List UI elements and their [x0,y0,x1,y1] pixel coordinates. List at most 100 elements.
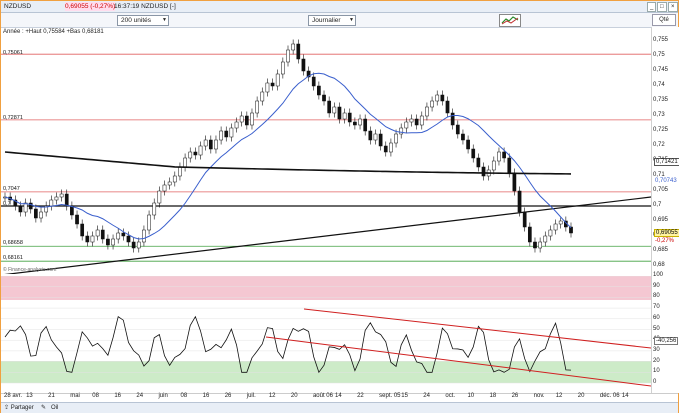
indicator-tick-label: 60 [653,314,660,321]
candle-body [85,235,90,243]
x-axis-tick-label: 08 [180,393,188,399]
indicator-tick-label: 100 [653,272,664,278]
x-axis-tick-label: oct. [445,393,456,399]
candle-body [265,82,270,93]
title-bar: NZDUSD 0,69055 (-0,27%) 16:37:19 NZDUSD … [1,1,678,13]
y-axis-tick-label: 0,68 [653,262,665,268]
y-axis-tick-label: 0,75 [653,52,665,58]
units-select[interactable]: 200 unités ▼ [117,15,169,26]
candle-body [342,112,347,120]
share-button[interactable]: ⇪ Partager [4,404,34,412]
level-label: 0,68658 [3,240,23,246]
candle-body [142,229,146,243]
candle-body [198,145,203,156]
candle-body [553,223,558,231]
candle-body [399,127,404,135]
toolbar-hint: Oil [51,405,59,411]
candle-body [208,139,213,150]
candle-body [203,139,208,147]
candle-body [311,76,316,87]
candle-body [136,241,141,249]
y-axis-tick-label: 0,725 [653,127,669,133]
x-axis-tick-label: 24 [136,393,144,399]
y-axis-tick-label: 0,73 [653,112,665,118]
indicator-chart[interactable] [1,276,651,393]
x-axis-tick-label: 16 [114,393,122,399]
candle-body [23,202,28,213]
candle-body [425,106,429,117]
candle-body [116,232,121,240]
x-axis-tick-label: 24 [423,393,430,399]
oversold-zone [1,361,651,383]
candle-body [455,124,460,135]
instrument-label: NZDUSD [4,3,32,10]
close-button[interactable]: × [668,2,678,12]
x-axis-tick-label: juil. [246,393,256,399]
candle-body [18,205,23,213]
chart-toolbar: 200 unités ▼ Journalier ▼ Qté [1,13,678,28]
candle-body [538,241,542,249]
chart-window: NZDUSD 0,69055 (-0,27%) 16:37:19 NZDUSD … [0,0,679,413]
change-badge: -0,27% [655,238,675,244]
candle-body [260,91,265,102]
y-axis-tick-label: 0,755 [653,37,669,43]
x-axis-tick-label: mai [70,393,80,399]
x-axis-tick-label: 18 [489,393,497,399]
share-label: Partager [10,405,34,411]
time-label: 16:37:19 NZDUSD [-] [114,3,176,10]
candle-body [131,241,136,249]
tool-icon[interactable]: ✎ [41,404,46,412]
x-axis-tick-label: 28 avr. [4,393,23,399]
period-select-label: Journalier [312,17,341,24]
candle-body [533,241,537,249]
y-axis-tick-label: 0,705 [653,187,669,193]
candle-body [281,61,285,75]
candle-body [167,181,172,186]
indicator-tick-label: 80 [653,293,660,300]
year-range-info: Année : +Haut 0,75584 +Bas 0,68181 [3,29,104,35]
price-chart[interactable] [1,27,651,274]
indicator-tick-label: 30 [653,346,660,353]
indicator-tick-label: 50 [653,325,660,332]
candle-body [404,121,409,129]
ma50-line [4,72,572,240]
candle-body [548,229,553,237]
candle-body [275,73,280,87]
x-axis-tick-label: 14 [335,393,342,399]
x-axis-tick-label: 08 [92,393,99,399]
candle-body [466,139,470,150]
x-axis-tick-label: 10 [467,393,475,399]
candle-body [476,157,481,168]
candle-body [157,190,162,204]
candle-body [419,115,424,126]
level-label: 0,7047 [3,186,20,192]
y-axis-tick-label: 0,745 [653,67,669,73]
candle-body [497,151,501,162]
minimize-button[interactable]: _ [647,2,657,12]
maximize-button[interactable]: □ [657,2,667,12]
x-axis-tick-label: 14 [621,393,629,399]
x-axis-tick-label: 22 [357,393,364,399]
x-axis-tick-label: août 06 [312,393,333,399]
candle-body [162,184,167,192]
quantity-field[interactable]: Qté [652,14,676,26]
candle-body [270,82,275,87]
candle-body [389,142,393,153]
chart-type-icon[interactable] [499,14,521,27]
x-axis-tick-label: nov. [533,393,545,399]
candle-body [90,235,95,243]
quantity-label: Qté [659,17,669,23]
period-select[interactable]: Journalier ▼ [308,15,356,26]
y-axis-tick-label: 0,72 [653,142,665,148]
price-change-label: 0,69055 (-0,27%) [65,2,116,11]
x-axis-tick-label: 26 [224,393,232,399]
indicator-tick-label: 90 [653,282,660,289]
candle-body [64,193,69,207]
candle-body [100,229,105,240]
ma50-badge: 0,70743 [655,178,677,184]
candle-body [461,133,465,141]
candle-body [34,208,38,219]
candle-body [409,118,414,123]
candle-body [502,151,506,159]
candle-body [111,238,115,246]
